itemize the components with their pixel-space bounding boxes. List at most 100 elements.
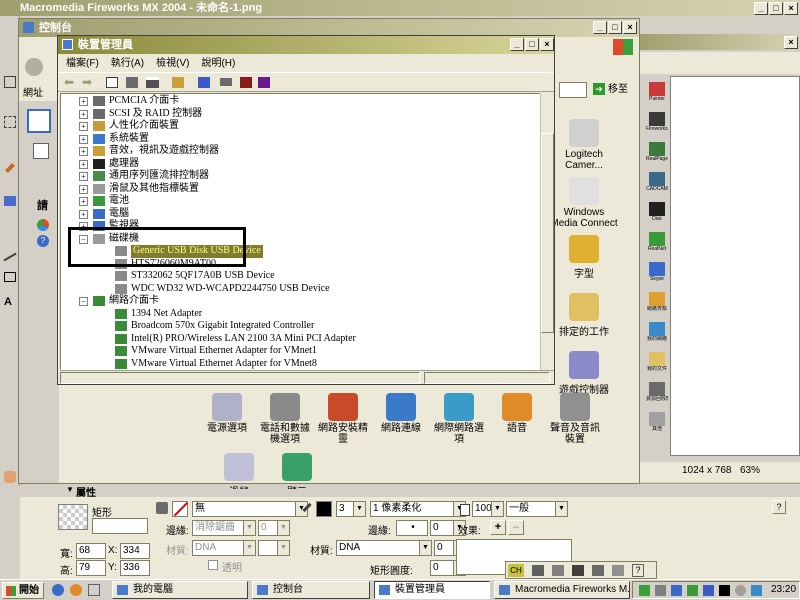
tool-select-icon[interactable] [4,76,16,88]
fw-canvas[interactable] [670,76,800,456]
cp-icon-network-connections[interactable]: 網路連線 [373,393,429,434]
transparent-checkbox[interactable] [208,560,218,570]
cp-icon-windows-media[interactable]: Windows Media Connect [549,177,619,229]
quicklaunch-ie-icon[interactable] [52,584,64,596]
uninstall-icon[interactable] [240,77,252,88]
tool-bucket-icon[interactable] [4,196,16,206]
tree-item[interactable]: VMware Virtual Ethernet Adapter for VMne… [79,345,539,358]
expand-icon[interactable]: + [79,147,88,156]
dm-menu-item[interactable]: 檔案(F) [66,58,99,69]
expand-icon[interactable]: + [79,109,88,119]
blend-mode-select[interactable]: 一般 ▼ [506,501,568,517]
cp-icon-display[interactable]: 顯示 [269,453,325,489]
dm-menu-item[interactable]: 檢視(V) [156,58,189,69]
expand-icon[interactable]: + [79,134,88,144]
tray-icon-5[interactable] [703,585,714,596]
cp-icon-fonts[interactable]: 字型 [549,235,619,280]
tree-item[interactable]: + 處理器 [79,158,539,171]
expand-icon[interactable]: + [79,122,88,131]
tree-item[interactable]: + 人性化介面裝置 [79,120,539,133]
back-arrow-icon[interactable]: ⬅ [64,75,74,89]
y-input[interactable]: 336 [120,560,150,576]
expand-icon[interactable]: + [79,197,88,206]
desktop-icon-realnet[interactable]: RealNet [646,232,668,252]
cp-icon-mouse[interactable]: 滑鼠 [211,453,267,489]
dm-minimize-button[interactable]: _ [510,38,524,51]
tree-item[interactable]: − 網路介面卡 [79,295,539,308]
quicklaunch-3-icon[interactable] [88,584,100,596]
go-button[interactable]: ➔ 移至 [593,82,637,98]
tray-icon-7[interactable] [735,585,746,596]
ime-icon-2[interactable] [552,565,564,576]
tree-item[interactable]: + PCMCIA 介面卡 [79,95,539,108]
ime-icon-3[interactable] [572,565,584,576]
w-input[interactable]: 68 [76,543,106,559]
edge-select[interactable]: 消除鋸齒 ▼ [192,520,256,536]
effects-remove-button[interactable]: – [508,520,524,535]
collapse-icon[interactable]: − [79,297,88,306]
desktop-icon-realpage[interactable]: RealPage [646,142,668,162]
tree-item[interactable]: ST332062 5QF17A0B USB Device [79,270,539,283]
taskbar-button[interactable]: 我的電腦 [112,581,248,599]
fw-close-button[interactable]: × [784,2,798,15]
ime-icon-5[interactable] [612,565,624,576]
tool-rect-icon[interactable] [4,272,16,282]
cp-icon-phone-modem[interactable]: 電話和數據機選項 [257,393,313,445]
disable-icon[interactable] [258,77,270,88]
dm-maximize-button[interactable]: □ [525,38,539,51]
zoom-level[interactable]: 63% [740,465,760,476]
desktop-icon-network-places[interactable]: 網路芳鄰 [646,292,668,312]
tray-icon-2[interactable] [655,585,666,596]
tree-item[interactable]: + 通用序列匯流排控制器 [79,170,539,183]
quicklaunch-2-icon[interactable] [70,584,82,596]
desktop-icon-disk[interactable]: Disk [646,202,668,222]
cp-icon-power[interactable]: 電源選項 [199,393,255,434]
stroke-width-select[interactable]: 3 ▼ [336,501,366,517]
dm-vscrollbar[interactable] [540,93,554,370]
fill-bucket-icon[interactable] [156,502,168,514]
tree-item[interactable]: + 系統裝置 [79,133,539,146]
cp-icon-internet-options[interactable]: 網際網路選項 [431,393,487,445]
tree-item[interactable]: VMware Virtual Ethernet Adapter for VMne… [79,358,539,370]
tool-hand-icon[interactable] [4,471,16,483]
tray-icon-6[interactable] [719,585,730,596]
expand-icon[interactable]: + [79,159,88,169]
collapse-icon[interactable]: ▼ [66,485,74,494]
taskbar-button[interactable]: Macromedia Fireworks M... [494,581,630,599]
expand-icon[interactable]: + [79,97,88,106]
fill-type-select[interactable]: 無 ▼ [192,501,308,517]
desktop-icon-skype[interactable]: Skype [646,262,668,282]
cp-icon-speech[interactable]: 語音 [489,393,545,434]
effects-add-button[interactable]: + [490,520,506,535]
expand-icon[interactable]: + [79,172,88,181]
opacity-input[interactable]: 100 ▼ [472,501,504,517]
desktop-icon-my-network[interactable]: 我的網路 [646,322,668,342]
fw-minimize-button[interactable]: _ [754,2,768,15]
tree-item[interactable]: + 電池 [79,195,539,208]
tree-item[interactable]: + 滑鼠及其他指標裝置 [79,183,539,196]
fw-maximize-button[interactable]: □ [769,2,783,15]
help-icon[interactable]: ? [772,500,786,514]
expand-icon[interactable]: + [79,209,88,219]
cp-icon-scheduled-tasks[interactable]: 排定的工作 [549,293,619,338]
dm-menu-item[interactable]: 執行(A) [111,58,144,69]
edge-amount[interactable]: 0 ▼ [258,520,290,536]
cp-icon-logitech[interactable]: Logitech Camer... [549,119,619,171]
ime-icon-1[interactable] [532,565,544,576]
stroke-edge-dot[interactable]: • [396,520,428,536]
desktop-icon-painter[interactable]: Painter [646,82,668,102]
dm-menu-item[interactable]: 說明(H) [201,58,235,69]
cp-icon-sounds-audio[interactable]: 聲音及音訊裝置 [547,393,603,445]
forward-arrow-icon[interactable]: ➡ [82,75,92,89]
properties-icon[interactable] [126,77,138,88]
tray-icon-8[interactable] [751,585,762,596]
help-book-icon[interactable] [172,77,184,88]
tree-item[interactable]: Intel(R) PRO/Wireless LAN 2100 3A Mini P… [79,333,539,346]
tool-line-icon[interactable] [3,252,17,262]
taskbar-button[interactable]: 裝置管理員 [374,581,490,599]
tree-item[interactable]: WDC WD32 WD-WCAPD2244750 USB Device [79,283,539,296]
tree-item[interactable]: + 電腦 [79,208,539,221]
tool-pencil-icon[interactable] [5,163,15,173]
taskbar-button[interactable]: 控制台 [252,581,370,599]
stroke-texture-select[interactable]: DNA ▼ [336,540,432,556]
